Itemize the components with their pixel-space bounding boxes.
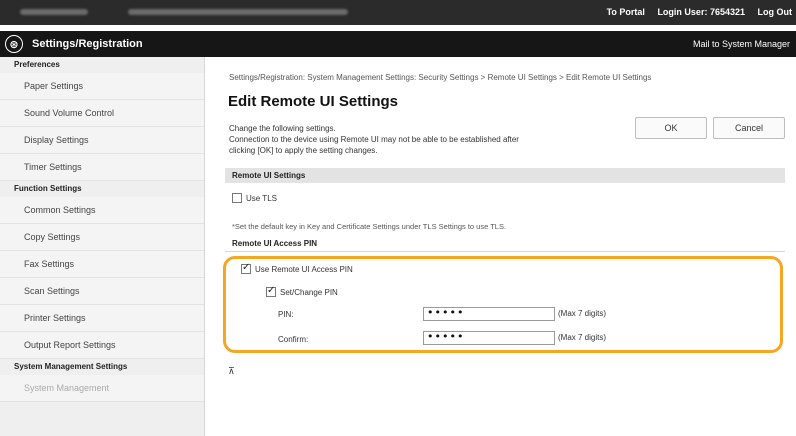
tls-hint: *Set the default key in Key and Certific… [232, 222, 507, 231]
divider [225, 251, 785, 252]
to-portal-link[interactable]: To Portal [607, 7, 645, 17]
app-title: Settings/Registration [32, 38, 143, 50]
use-tls-row: Use TLS [232, 193, 277, 203]
note-line: clicking [OK] to apply the setting chang… [229, 146, 378, 155]
confirm-input[interactable]: ••••• [423, 331, 555, 345]
sidebar-item-scan-settings[interactable]: Scan Settings [0, 278, 204, 305]
breadcrumb: Settings/Registration: System Management… [229, 73, 652, 82]
use-tls-checkbox[interactable] [232, 193, 242, 203]
sidebar-item-copy-settings[interactable]: Copy Settings [0, 224, 204, 251]
settings-logo-icon: ⊛ [5, 35, 23, 53]
cancel-button[interactable]: Cancel [713, 117, 785, 139]
use-pin-label: Use Remote UI Access PIN [255, 264, 353, 274]
blurred-text [128, 9, 348, 15]
sidebar-item-sound-volume-control[interactable]: Sound Volume Control [0, 100, 204, 127]
sidebar-item-output-report-settings[interactable]: Output Report Settings [0, 332, 204, 359]
remote-ui-access-pin-heading: Remote UI Access PIN [232, 239, 318, 248]
title-bar: ⊛ Settings/Registration Mail to System M… [0, 31, 796, 57]
instruction-note: Change the following settings. Connectio… [229, 123, 629, 156]
pin-label: PIN: [278, 310, 294, 319]
sidebar-item-fax-settings[interactable]: Fax Settings [0, 251, 204, 278]
section-header-remote-ui-settings: Remote UI Settings [225, 168, 785, 183]
sidebar-section-function-settings: Function Settings [14, 184, 82, 193]
pin-input[interactable]: ••••• [423, 307, 555, 321]
sidebar-item-printer-settings[interactable]: Printer Settings [0, 305, 204, 332]
blurred-text [20, 9, 88, 15]
use-tls-label: Use TLS [246, 193, 277, 203]
use-pin-row: Use Remote UI Access PIN [241, 262, 353, 274]
sidebar-item-timer-settings[interactable]: Timer Settings [0, 154, 204, 181]
log-out-link[interactable]: Log Out [758, 7, 793, 17]
ok-button[interactable]: OK [635, 117, 707, 139]
page-title: Edit Remote UI Settings [228, 93, 399, 110]
login-user-text: Login User: 7654321 [657, 7, 745, 17]
set-change-pin-checkbox[interactable] [266, 285, 276, 297]
set-change-pin-row: Set/Change PIN [266, 285, 338, 297]
pin-max-digits: (Max 7 digits) [558, 309, 607, 318]
confirm-max-digits: (Max 7 digits) [558, 333, 607, 342]
use-pin-checkbox[interactable] [241, 262, 251, 274]
confirm-label: Confirm: [278, 335, 309, 344]
sidebar-section-preferences: Preferences [14, 60, 60, 69]
sidebar-item-common-settings[interactable]: Common Settings [0, 197, 204, 224]
sidebar-item-display-settings[interactable]: Display Settings [0, 127, 204, 154]
note-line: Connection to the device using Remote UI… [229, 135, 519, 144]
sidebar-item-system-management[interactable]: System Management [0, 375, 204, 402]
note-line: Change the following settings. [229, 124, 336, 133]
top-bar-links: To Portal Login User: 7654321 Log Out [597, 7, 792, 17]
set-change-pin-label: Set/Change PIN [280, 287, 338, 297]
sidebar-section-system-management-settings: System Management Settings [14, 362, 128, 371]
top-bar: To Portal Login User: 7654321 Log Out [0, 0, 796, 25]
back-to-top-icon[interactable]: ⊼ [228, 366, 235, 377]
sidebar-item-paper-settings[interactable]: Paper Settings [0, 73, 204, 100]
mail-to-system-manager-link[interactable]: Mail to System Manager [693, 39, 790, 49]
sidebar: Preferences Paper Settings Sound Volume … [0, 57, 205, 436]
